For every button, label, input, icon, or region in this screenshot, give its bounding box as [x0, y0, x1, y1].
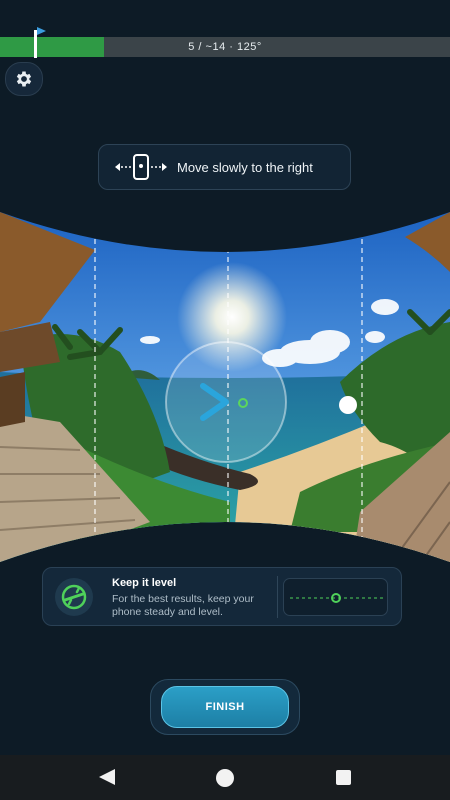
system-navigation-bar: [0, 755, 450, 800]
capture-progress-bar: 5 / ~14 · 125°: [0, 37, 450, 57]
tip-divider: [277, 576, 278, 618]
back-icon[interactable]: [99, 769, 115, 785]
level-icon: [55, 578, 93, 616]
level-indicator: [283, 578, 388, 616]
home-icon[interactable]: [216, 769, 234, 787]
phone-move-arrows-icon: [113, 152, 169, 182]
next-capture-point: [339, 396, 357, 414]
finish-button[interactable]: FINISH: [161, 686, 289, 728]
level-tip-card: Keep it level For the best results, keep…: [42, 567, 402, 626]
flag-icon: [37, 27, 46, 35]
recents-icon[interactable]: [336, 770, 351, 785]
gear-icon: [16, 71, 32, 87]
finish-button-container: FINISH: [150, 679, 300, 735]
instruction-text: Move slowly to the right: [177, 159, 313, 175]
instruction-hint: Move slowly to the right: [98, 144, 351, 190]
progress-text: 5 / ~14 · 125°: [188, 41, 262, 53]
tip-body: For the best results, keep your phone st…: [112, 593, 254, 618]
settings-button[interactable]: [5, 62, 43, 96]
panorama-preview: [0, 212, 450, 562]
tip-title: Keep it level: [112, 577, 177, 589]
